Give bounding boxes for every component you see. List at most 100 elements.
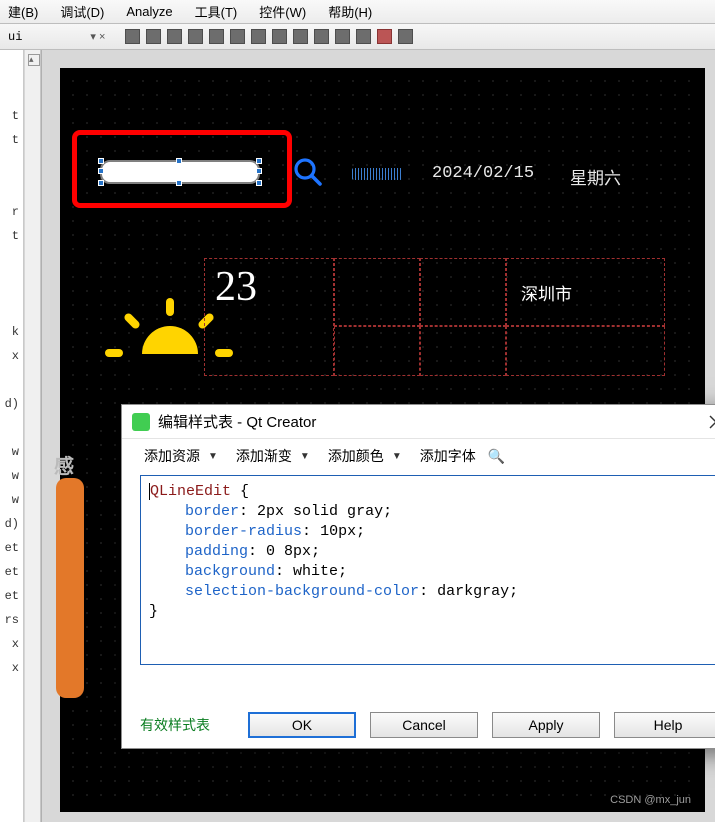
tree-item-fragment[interactable]: r: [0, 200, 23, 224]
add-font-button[interactable]: 添加字体: [416, 444, 480, 468]
valid-label: 有效样式表: [140, 715, 210, 735]
active-tab[interactable]: ui: [0, 26, 30, 48]
side-label: 感: [54, 450, 74, 479]
menu-help[interactable]: 帮助(H): [322, 0, 378, 23]
object-tree-clipped: ttrtkxd)wwwd)etetetrsxx: [0, 50, 24, 822]
tb-icon-5[interactable]: [209, 29, 224, 44]
qt-icon: [132, 413, 150, 431]
close-icon: [709, 415, 715, 429]
temperature-label: 23: [204, 258, 334, 376]
scrollbar-gutter[interactable]: [24, 50, 41, 822]
menu-debug[interactable]: 调试(D): [54, 0, 110, 23]
add-resource-button[interactable]: 添加资源: [140, 444, 204, 468]
tree-item-fragment[interactable]: rs: [0, 608, 23, 632]
tb-icon-3[interactable]: [167, 29, 182, 44]
dialog-toolbar: 添加资源 ▼ 添加渐变 ▼ 添加颜色 ▼ 添加字体 🔍: [122, 439, 715, 473]
tree-item-fragment[interactable]: et: [0, 536, 23, 560]
chevron-down-icon[interactable]: ▼: [208, 451, 218, 462]
tree-item-fragment[interactable]: x: [0, 344, 23, 368]
tb-icon-10[interactable]: [314, 29, 329, 44]
toolbar-icons: [125, 29, 413, 44]
grid-cell: [334, 326, 420, 376]
cancel-button[interactable]: Cancel: [370, 712, 478, 738]
dialog-titlebar[interactable]: 编辑样式表 - Qt Creator: [122, 405, 715, 439]
tree-item-fragment[interactable]: et: [0, 584, 23, 608]
tree-item-fragment[interactable]: t: [0, 224, 23, 248]
weekday-label: 星期六: [570, 164, 621, 190]
tab-actions[interactable]: ▾ ×: [90, 30, 105, 43]
tree-item-fragment[interactable]: [0, 176, 23, 200]
city-label: 深圳市: [506, 258, 665, 326]
tree-item-fragment[interactable]: [0, 248, 23, 272]
resize-handle[interactable]: [176, 158, 182, 164]
search-icon[interactable]: [292, 156, 324, 188]
tree-item-fragment[interactable]: [0, 296, 23, 320]
tb-icon-1[interactable]: [125, 29, 140, 44]
resize-handle[interactable]: [256, 180, 262, 186]
tree-item-fragment[interactable]: d): [0, 512, 23, 536]
tree-item-fragment[interactable]: [0, 416, 23, 440]
resize-handle[interactable]: [98, 168, 104, 174]
tree-item-fragment[interactable]: w: [0, 440, 23, 464]
add-gradient-button[interactable]: 添加渐变: [232, 444, 296, 468]
chevron-down-icon[interactable]: ▼: [392, 451, 402, 462]
watermark: CSDN @mx_jun: [610, 794, 691, 806]
tree-item-fragment[interactable]: [0, 368, 23, 392]
dialog-footer: 有效样式表 OK Cancel Apply Help: [122, 712, 715, 738]
tb-icon-14[interactable]: [398, 29, 413, 44]
tb-icon-8[interactable]: [272, 29, 287, 44]
resize-handle[interactable]: [176, 180, 182, 186]
tree-item-fragment[interactable]: w: [0, 464, 23, 488]
grid-cell: [506, 326, 665, 376]
tree-item-fragment[interactable]: et: [0, 560, 23, 584]
tb-icon-4[interactable]: [188, 29, 203, 44]
spacer-widget[interactable]: [352, 168, 402, 180]
orange-panel: [56, 478, 84, 698]
chevron-down-icon[interactable]: ▼: [300, 451, 310, 462]
preview-icon[interactable]: 🔍: [488, 448, 505, 465]
menu-build[interactable]: 建(B): [2, 0, 44, 23]
form-editor[interactable]: 2024/02/15 星期六 23 深圳市 感 CSDN @mx_jun: [41, 50, 715, 822]
stylesheet-textarea[interactable]: QLineEdit { border: 2px solid gray; bord…: [140, 475, 715, 665]
tb-icon-9[interactable]: [293, 29, 308, 44]
grid-cell: [420, 258, 506, 326]
tb-icon-11[interactable]: [335, 29, 350, 44]
tree-item-fragment[interactable]: [0, 152, 23, 176]
tree-item-fragment[interactable]: k: [0, 320, 23, 344]
tree-item-fragment[interactable]: x: [0, 656, 23, 680]
apply-button[interactable]: Apply: [492, 712, 600, 738]
resize-handle[interactable]: [256, 168, 262, 174]
date-label: 2024/02/15: [432, 164, 534, 183]
tb-icon-12[interactable]: [356, 29, 371, 44]
close-button[interactable]: [702, 408, 715, 436]
tree-item-fragment[interactable]: w: [0, 488, 23, 512]
add-color-button[interactable]: 添加颜色: [324, 444, 388, 468]
info-grid: 23 深圳市: [204, 258, 665, 376]
menu-widgets[interactable]: 控件(W): [253, 0, 312, 23]
menu-tools[interactable]: 工具(T): [189, 0, 244, 23]
tree-item-fragment[interactable]: [0, 80, 23, 104]
menu-bar: 建(B) 调试(D) Analyze 工具(T) 控件(W) 帮助(H): [0, 0, 715, 24]
menu-analyze[interactable]: Analyze: [120, 2, 178, 21]
tb-icon-6[interactable]: [230, 29, 245, 44]
ok-button[interactable]: OK: [248, 712, 356, 738]
tb-icon-13[interactable]: [377, 29, 392, 44]
tree-item-fragment[interactable]: x: [0, 632, 23, 656]
tb-icon-7[interactable]: [251, 29, 266, 44]
resize-handle[interactable]: [256, 158, 262, 164]
resize-handle[interactable]: [98, 158, 104, 164]
tree-item-fragment[interactable]: d): [0, 392, 23, 416]
dialog-title: 编辑样式表 - Qt Creator: [158, 411, 316, 432]
grid-cell: [334, 258, 420, 326]
resize-handle[interactable]: [98, 180, 104, 186]
help-button[interactable]: Help: [614, 712, 715, 738]
stylesheet-dialog: 编辑样式表 - Qt Creator 添加资源 ▼ 添加渐变 ▼ 添加颜色 ▼ …: [121, 404, 715, 749]
tree-item-fragment[interactable]: t: [0, 128, 23, 152]
document-toolbar: ui ▾ ×: [0, 24, 715, 50]
grid-cell: [420, 326, 506, 376]
search-input[interactable]: [100, 160, 260, 184]
tree-item-fragment[interactable]: t: [0, 104, 23, 128]
work-area: ttrtkxd)wwwd)etetetrsxx 2024/02/15: [0, 50, 715, 822]
tb-icon-2[interactable]: [146, 29, 161, 44]
tree-item-fragment[interactable]: [0, 272, 23, 296]
